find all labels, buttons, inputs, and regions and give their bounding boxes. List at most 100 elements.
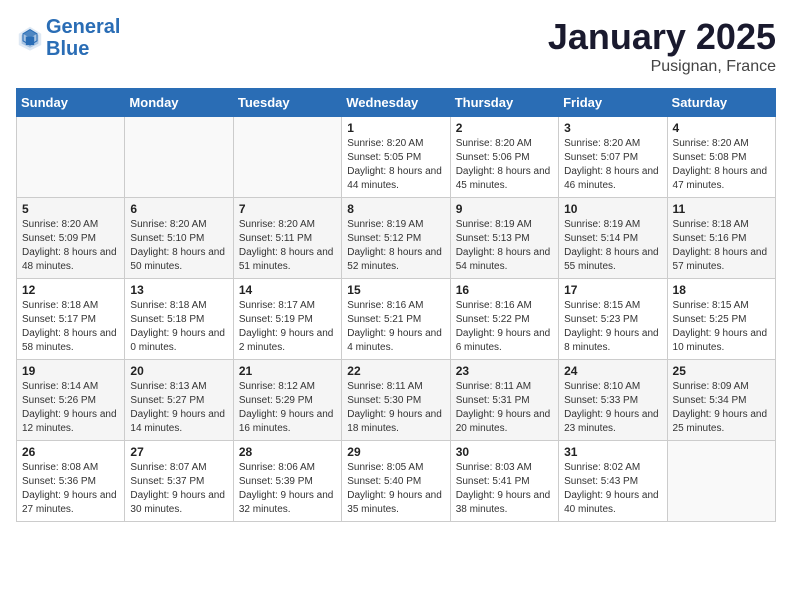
day-number: 26: [22, 445, 119, 459]
day-header-monday: Monday: [125, 89, 233, 117]
daylight-text: Daylight: 8 hours and 48 minutes.: [22, 247, 117, 272]
daylight-text: Daylight: 9 hours and 35 minutes.: [347, 490, 442, 515]
sunrise-text: Sunrise: 8:02 AM: [564, 462, 640, 473]
sunrise-text: Sunrise: 8:19 AM: [564, 219, 640, 230]
day-number: 25: [673, 364, 770, 378]
calendar-cell: 15 Sunrise: 8:16 AM Sunset: 5:21 PM Dayl…: [342, 279, 450, 360]
daylight-text: Daylight: 9 hours and 4 minutes.: [347, 328, 442, 353]
sunset-text: Sunset: 5:43 PM: [564, 476, 638, 487]
daylight-text: Daylight: 9 hours and 23 minutes.: [564, 409, 659, 434]
sunrise-text: Sunrise: 8:11 AM: [347, 381, 422, 392]
day-number: 2: [456, 121, 553, 135]
month-title: January 2025: [548, 16, 776, 58]
day-info: Sunrise: 8:16 AM Sunset: 5:22 PM Dayligh…: [456, 299, 553, 355]
daylight-text: Daylight: 9 hours and 2 minutes.: [239, 328, 334, 353]
day-info: Sunrise: 8:15 AM Sunset: 5:23 PM Dayligh…: [564, 299, 661, 355]
calendar-cell: 13 Sunrise: 8:18 AM Sunset: 5:18 PM Dayl…: [125, 279, 233, 360]
sunset-text: Sunset: 5:17 PM: [22, 314, 96, 325]
daylight-text: Daylight: 9 hours and 6 minutes.: [456, 328, 551, 353]
daylight-text: Daylight: 9 hours and 0 minutes.: [130, 328, 225, 353]
calendar-cell: 4 Sunrise: 8:20 AM Sunset: 5:08 PM Dayli…: [667, 117, 775, 198]
sunrise-text: Sunrise: 8:16 AM: [456, 300, 532, 311]
day-info: Sunrise: 8:14 AM Sunset: 5:26 PM Dayligh…: [22, 380, 119, 436]
sunset-text: Sunset: 5:37 PM: [130, 476, 204, 487]
daylight-text: Daylight: 8 hours and 51 minutes.: [239, 247, 334, 272]
calendar-cell: 6 Sunrise: 8:20 AM Sunset: 5:10 PM Dayli…: [125, 198, 233, 279]
sunrise-text: Sunrise: 8:16 AM: [347, 300, 423, 311]
day-number: 6: [130, 202, 227, 216]
day-number: 5: [22, 202, 119, 216]
sunset-text: Sunset: 5:34 PM: [673, 395, 747, 406]
sunset-text: Sunset: 5:10 PM: [130, 233, 204, 244]
sunset-text: Sunset: 5:09 PM: [22, 233, 96, 244]
daylight-text: Daylight: 9 hours and 20 minutes.: [456, 409, 551, 434]
calendar-table: SundayMondayTuesdayWednesdayThursdayFrid…: [16, 88, 776, 522]
calendar-cell: [667, 441, 775, 522]
daylight-text: Daylight: 8 hours and 52 minutes.: [347, 247, 442, 272]
calendar-cell: [17, 117, 125, 198]
day-number: 7: [239, 202, 336, 216]
calendar-cell: 22 Sunrise: 8:11 AM Sunset: 5:30 PM Dayl…: [342, 360, 450, 441]
logo-line1: General: [46, 16, 120, 38]
sunrise-text: Sunrise: 8:20 AM: [673, 138, 749, 149]
day-number: 28: [239, 445, 336, 459]
logo-text: General Blue: [46, 16, 120, 60]
sunset-text: Sunset: 5:36 PM: [22, 476, 96, 487]
calendar-cell: 7 Sunrise: 8:20 AM Sunset: 5:11 PM Dayli…: [233, 198, 341, 279]
daylight-text: Daylight: 9 hours and 25 minutes.: [673, 409, 768, 434]
calendar-cell: 18 Sunrise: 8:15 AM Sunset: 5:25 PM Dayl…: [667, 279, 775, 360]
day-number: 1: [347, 121, 444, 135]
daylight-text: Daylight: 8 hours and 47 minutes.: [673, 166, 768, 191]
day-info: Sunrise: 8:03 AM Sunset: 5:41 PM Dayligh…: [456, 461, 553, 517]
week-row-5: 26 Sunrise: 8:08 AM Sunset: 5:36 PM Dayl…: [17, 441, 776, 522]
sunrise-text: Sunrise: 8:10 AM: [564, 381, 640, 392]
daylight-text: Daylight: 8 hours and 55 minutes.: [564, 247, 659, 272]
sunset-text: Sunset: 5:21 PM: [347, 314, 421, 325]
sunset-text: Sunset: 5:26 PM: [22, 395, 96, 406]
sunset-text: Sunset: 5:30 PM: [347, 395, 421, 406]
sunrise-text: Sunrise: 8:13 AM: [130, 381, 206, 392]
day-info: Sunrise: 8:19 AM Sunset: 5:12 PM Dayligh…: [347, 218, 444, 274]
sunset-text: Sunset: 5:40 PM: [347, 476, 421, 487]
calendar-cell: 23 Sunrise: 8:11 AM Sunset: 5:31 PM Dayl…: [450, 360, 558, 441]
day-info: Sunrise: 8:20 AM Sunset: 5:11 PM Dayligh…: [239, 218, 336, 274]
day-info: Sunrise: 8:08 AM Sunset: 5:36 PM Dayligh…: [22, 461, 119, 517]
sunset-text: Sunset: 5:27 PM: [130, 395, 204, 406]
sunset-text: Sunset: 5:13 PM: [456, 233, 530, 244]
day-number: 12: [22, 283, 119, 297]
daylight-text: Daylight: 8 hours and 50 minutes.: [130, 247, 225, 272]
day-number: 10: [564, 202, 661, 216]
day-info: Sunrise: 8:06 AM Sunset: 5:39 PM Dayligh…: [239, 461, 336, 517]
sunset-text: Sunset: 5:18 PM: [130, 314, 204, 325]
week-row-4: 19 Sunrise: 8:14 AM Sunset: 5:26 PM Dayl…: [17, 360, 776, 441]
sunset-text: Sunset: 5:33 PM: [564, 395, 638, 406]
day-number: 23: [456, 364, 553, 378]
daylight-text: Daylight: 8 hours and 57 minutes.: [673, 247, 768, 272]
day-info: Sunrise: 8:18 AM Sunset: 5:17 PM Dayligh…: [22, 299, 119, 355]
sunrise-text: Sunrise: 8:07 AM: [130, 462, 206, 473]
sunset-text: Sunset: 5:41 PM: [456, 476, 530, 487]
day-number: 14: [239, 283, 336, 297]
day-number: 13: [130, 283, 227, 297]
calendar-cell: 31 Sunrise: 8:02 AM Sunset: 5:43 PM Dayl…: [559, 441, 667, 522]
daylight-text: Daylight: 8 hours and 45 minutes.: [456, 166, 551, 191]
sunset-text: Sunset: 5:12 PM: [347, 233, 421, 244]
sunrise-text: Sunrise: 8:20 AM: [239, 219, 315, 230]
day-info: Sunrise: 8:18 AM Sunset: 5:16 PM Dayligh…: [673, 218, 770, 274]
sunrise-text: Sunrise: 8:08 AM: [22, 462, 98, 473]
sunrise-text: Sunrise: 8:11 AM: [456, 381, 531, 392]
calendar-cell: 20 Sunrise: 8:13 AM Sunset: 5:27 PM Dayl…: [125, 360, 233, 441]
daylight-text: Daylight: 9 hours and 12 minutes.: [22, 409, 117, 434]
daylight-text: Daylight: 9 hours and 38 minutes.: [456, 490, 551, 515]
day-number: 17: [564, 283, 661, 297]
calendar-cell: 16 Sunrise: 8:16 AM Sunset: 5:22 PM Dayl…: [450, 279, 558, 360]
calendar-cell: 24 Sunrise: 8:10 AM Sunset: 5:33 PM Dayl…: [559, 360, 667, 441]
day-info: Sunrise: 8:09 AM Sunset: 5:34 PM Dayligh…: [673, 380, 770, 436]
day-number: 22: [347, 364, 444, 378]
day-number: 3: [564, 121, 661, 135]
day-number: 30: [456, 445, 553, 459]
sunrise-text: Sunrise: 8:18 AM: [130, 300, 206, 311]
daylight-text: Daylight: 9 hours and 8 minutes.: [564, 328, 659, 353]
daylight-text: Daylight: 9 hours and 30 minutes.: [130, 490, 225, 515]
calendar-cell: 5 Sunrise: 8:20 AM Sunset: 5:09 PM Dayli…: [17, 198, 125, 279]
